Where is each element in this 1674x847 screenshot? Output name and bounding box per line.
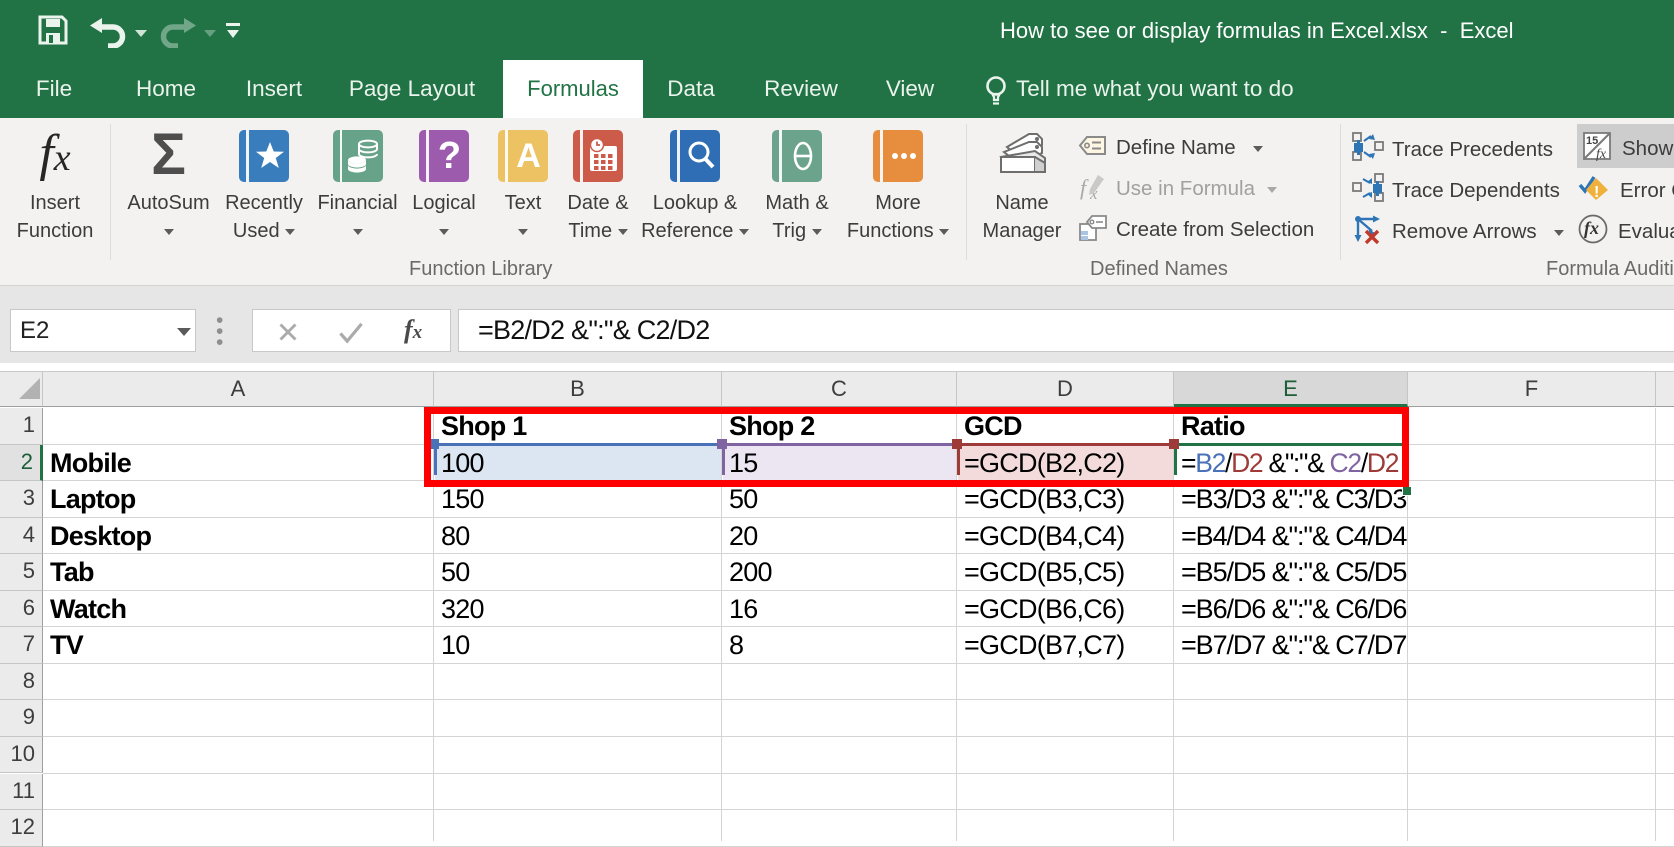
svg-text:f: f: [1080, 175, 1089, 200]
svg-text:!: !: [1594, 184, 1599, 201]
svg-text:fx: fx: [1584, 218, 1599, 238]
svg-text:fx: fx: [1596, 147, 1607, 161]
